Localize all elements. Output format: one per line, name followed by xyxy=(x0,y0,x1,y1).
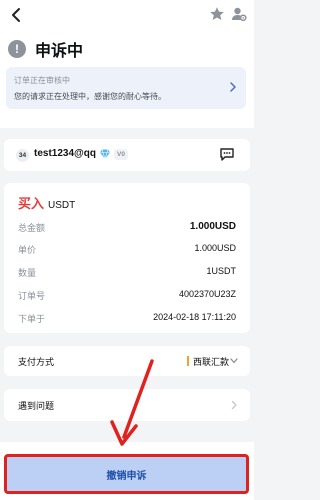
order-side-row: 买入 USDT xyxy=(18,193,75,212)
order-coin: USDT xyxy=(48,200,76,211)
diamond-icon xyxy=(100,149,110,160)
detail-row-order-number: 订单号 4002370U23Z xyxy=(18,289,236,303)
detail-key: 单价 xyxy=(18,245,37,255)
detail-value: 1.000USD xyxy=(189,221,236,232)
counterparty-card: 34 test1234@qq V0 xyxy=(4,139,250,171)
detail-key: 总金额 xyxy=(18,223,46,233)
chevron-down-icon xyxy=(230,358,238,364)
exclamation-icon: ! xyxy=(8,40,26,58)
order-details-card: 买入 USDT 总金额 1.000USD 单价 1.000USD 数量 1USD… xyxy=(4,183,250,333)
page-title: 申诉中 xyxy=(35,43,84,60)
payment-label: 支付方式 xyxy=(18,357,55,367)
detail-key: 下单于 xyxy=(18,314,46,324)
order-side: 买入 xyxy=(18,196,45,211)
bottom-bar: 撤销申诉 xyxy=(0,442,254,500)
username: test1234@qq xyxy=(34,148,96,159)
detail-row-order-time: 下单于 2024-02-18 17:11:20 xyxy=(18,312,236,326)
detail-row-quantity: 数量 1USDT xyxy=(18,266,236,280)
payment-method: 西联汇款 xyxy=(193,357,230,367)
level-badge: V0 xyxy=(114,149,128,160)
problem-row[interactable]: 遇到问题 xyxy=(4,389,250,421)
detail-value[interactable]: 4002370U23Z xyxy=(179,289,236,299)
chevron-right-icon xyxy=(230,82,236,92)
cancel-appeal-button[interactable]: 撤销申诉 xyxy=(4,454,249,494)
back-arrow-icon[interactable] xyxy=(8,6,26,24)
nav-bar xyxy=(0,0,254,32)
user-settings-icon[interactable] xyxy=(231,6,247,22)
page-title-row: ! 申诉中 xyxy=(8,38,83,60)
payment-method-row[interactable]: 支付方式 西联汇款 xyxy=(4,346,250,376)
notice-status: 订单正在审核中 xyxy=(14,76,70,85)
detail-value: 2024-02-18 17:11:20 xyxy=(153,312,236,322)
detail-key: 数量 xyxy=(18,268,37,278)
notice-message: 您的请求正在处理中，感谢您的耐心等待。 xyxy=(14,92,166,101)
status-notice[interactable]: 订单正在审核中 您的请求正在处理中，感谢您的耐心等待。 xyxy=(6,67,246,109)
star-icon[interactable] xyxy=(209,6,225,22)
detail-value: 1.000USD xyxy=(194,243,236,253)
detail-value: 1USDT xyxy=(206,266,236,276)
payment-accent-bar xyxy=(187,356,189,366)
detail-row-total: 总金额 1.000USD xyxy=(18,221,236,235)
detail-row-price: 单价 1.000USD xyxy=(18,243,236,257)
chevron-right-icon xyxy=(231,400,237,410)
problem-label: 遇到问题 xyxy=(18,401,55,411)
detail-key: 订单号 xyxy=(18,291,46,301)
chat-icon[interactable] xyxy=(220,148,234,161)
avatar: 34 xyxy=(16,149,29,162)
